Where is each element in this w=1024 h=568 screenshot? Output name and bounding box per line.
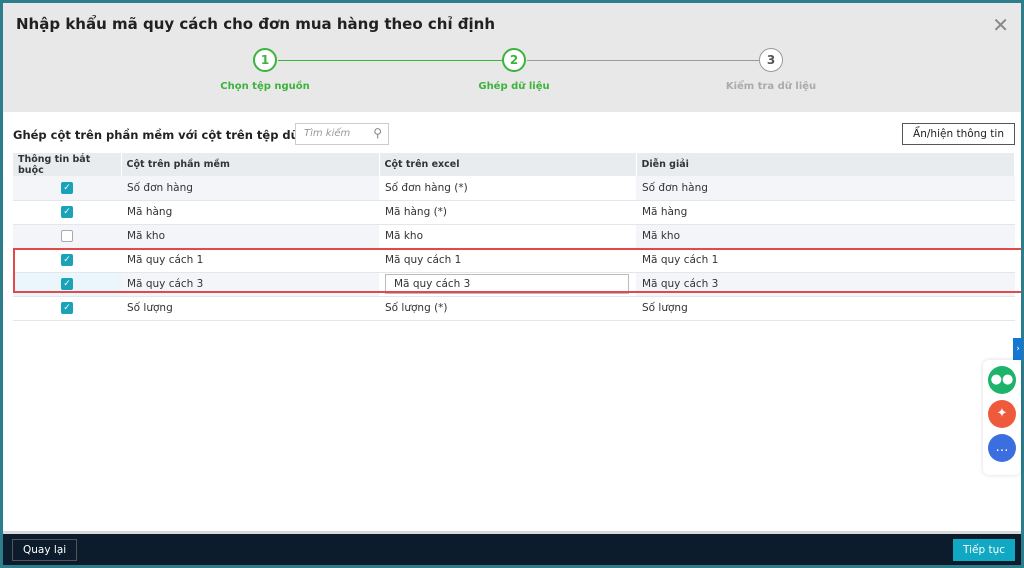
- software-column: Số đơn hàng: [121, 176, 379, 201]
- excel-column[interactable]: Mã kho: [385, 230, 423, 242]
- description: Mã quy cách 1: [636, 248, 1015, 273]
- section-title: Ghép cột trên phần mềm với cột trên tệp …: [13, 128, 327, 142]
- step-1: 1 Chọn tệp nguồn: [185, 48, 345, 92]
- excel-column[interactable]: Mã hàng (*): [385, 206, 447, 218]
- description: Mã quy cách 3: [636, 272, 1015, 297]
- required-checkbox[interactable]: ✓: [61, 254, 73, 266]
- required-checkbox[interactable]: ✓: [61, 302, 73, 314]
- description: Số lượng: [636, 296, 1015, 321]
- expand-panel-tab[interactable]: ›: [1013, 338, 1023, 360]
- required-checkbox[interactable]: ✓: [61, 206, 73, 218]
- description: Mã hàng: [636, 200, 1015, 225]
- search-input[interactable]: Tìm kiếm ⚲: [295, 123, 389, 145]
- required-checkbox[interactable]: [61, 230, 73, 242]
- sparkle-icon[interactable]: ✦: [988, 400, 1016, 428]
- chat-bubble-icon[interactable]: …: [988, 434, 1016, 462]
- column-header: Cột trên excel: [379, 153, 637, 176]
- excel-column[interactable]: Số đơn hàng (*): [385, 182, 468, 194]
- next-button[interactable]: Tiếp tục: [952, 539, 1015, 561]
- back-button[interactable]: Quay lại: [12, 539, 78, 561]
- table-row: ✓ Số đơn hàng Số đơn hàng (*) Số đơn hàn…: [13, 176, 1015, 201]
- import-dialog: Nhập khẩu mã quy cách cho đơn mua hàng t…: [3, 3, 1021, 565]
- software-column: Mã hàng: [121, 200, 379, 225]
- dialog-title: Nhập khẩu mã quy cách cho đơn mua hàng t…: [16, 15, 496, 33]
- column-header: Diễn giải: [636, 153, 1015, 176]
- excel-column[interactable]: Mã quy cách 1: [385, 254, 461, 266]
- chatbot-icon[interactable]: ●●: [988, 366, 1016, 394]
- description: Số đơn hàng: [636, 176, 1015, 201]
- step-2: 2 Ghép dữ liệu: [434, 48, 594, 92]
- required-checkbox[interactable]: ✓: [61, 278, 73, 290]
- table-row: ✓ Mã quy cách 3 Mã quy cách 3 Mã quy các…: [13, 272, 1015, 297]
- side-widget-panel: ●● ✦ …: [983, 360, 1021, 475]
- table-row: Mã kho Mã kho Mã kho: [13, 224, 1015, 249]
- table-row: ✓ Mã quy cách 1 Mã quy cách 1 Mã quy các…: [13, 248, 1015, 273]
- column-header: Thông tin bắt buộc: [13, 153, 122, 176]
- software-column: Mã quy cách 1: [121, 248, 379, 273]
- software-column: Số lượng: [121, 296, 379, 321]
- toggle-info-button[interactable]: Ẩn/hiện thông tin: [902, 123, 1015, 145]
- description: Mã kho: [636, 224, 1015, 249]
- table-row: ✓ Mã hàng Mã hàng (*) Mã hàng: [13, 200, 1015, 225]
- close-icon[interactable]: ✕: [992, 13, 1009, 37]
- dialog-footer: Quay lại Tiếp tục: [3, 531, 1021, 565]
- dialog-header: Nhập khẩu mã quy cách cho đơn mua hàng t…: [3, 3, 1021, 112]
- software-column: Mã quy cách 3: [121, 272, 379, 297]
- step-3: 3 Kiểm tra dữ liệu: [691, 48, 851, 92]
- search-icon[interactable]: ⚲: [373, 126, 382, 140]
- excel-column-select[interactable]: Mã quy cách 3: [385, 274, 629, 294]
- excel-column[interactable]: Số lượng (*): [385, 302, 448, 314]
- required-checkbox[interactable]: ✓: [61, 181, 73, 194]
- table-row: ✓ Số lượng Số lượng (*) Số lượng: [13, 296, 1015, 321]
- software-column: Mã kho: [121, 224, 379, 249]
- mapping-table: Thông tin bắt buộc Cột trên phần mềm Cột…: [13, 153, 1015, 321]
- column-header: Cột trên phần mềm: [121, 153, 380, 176]
